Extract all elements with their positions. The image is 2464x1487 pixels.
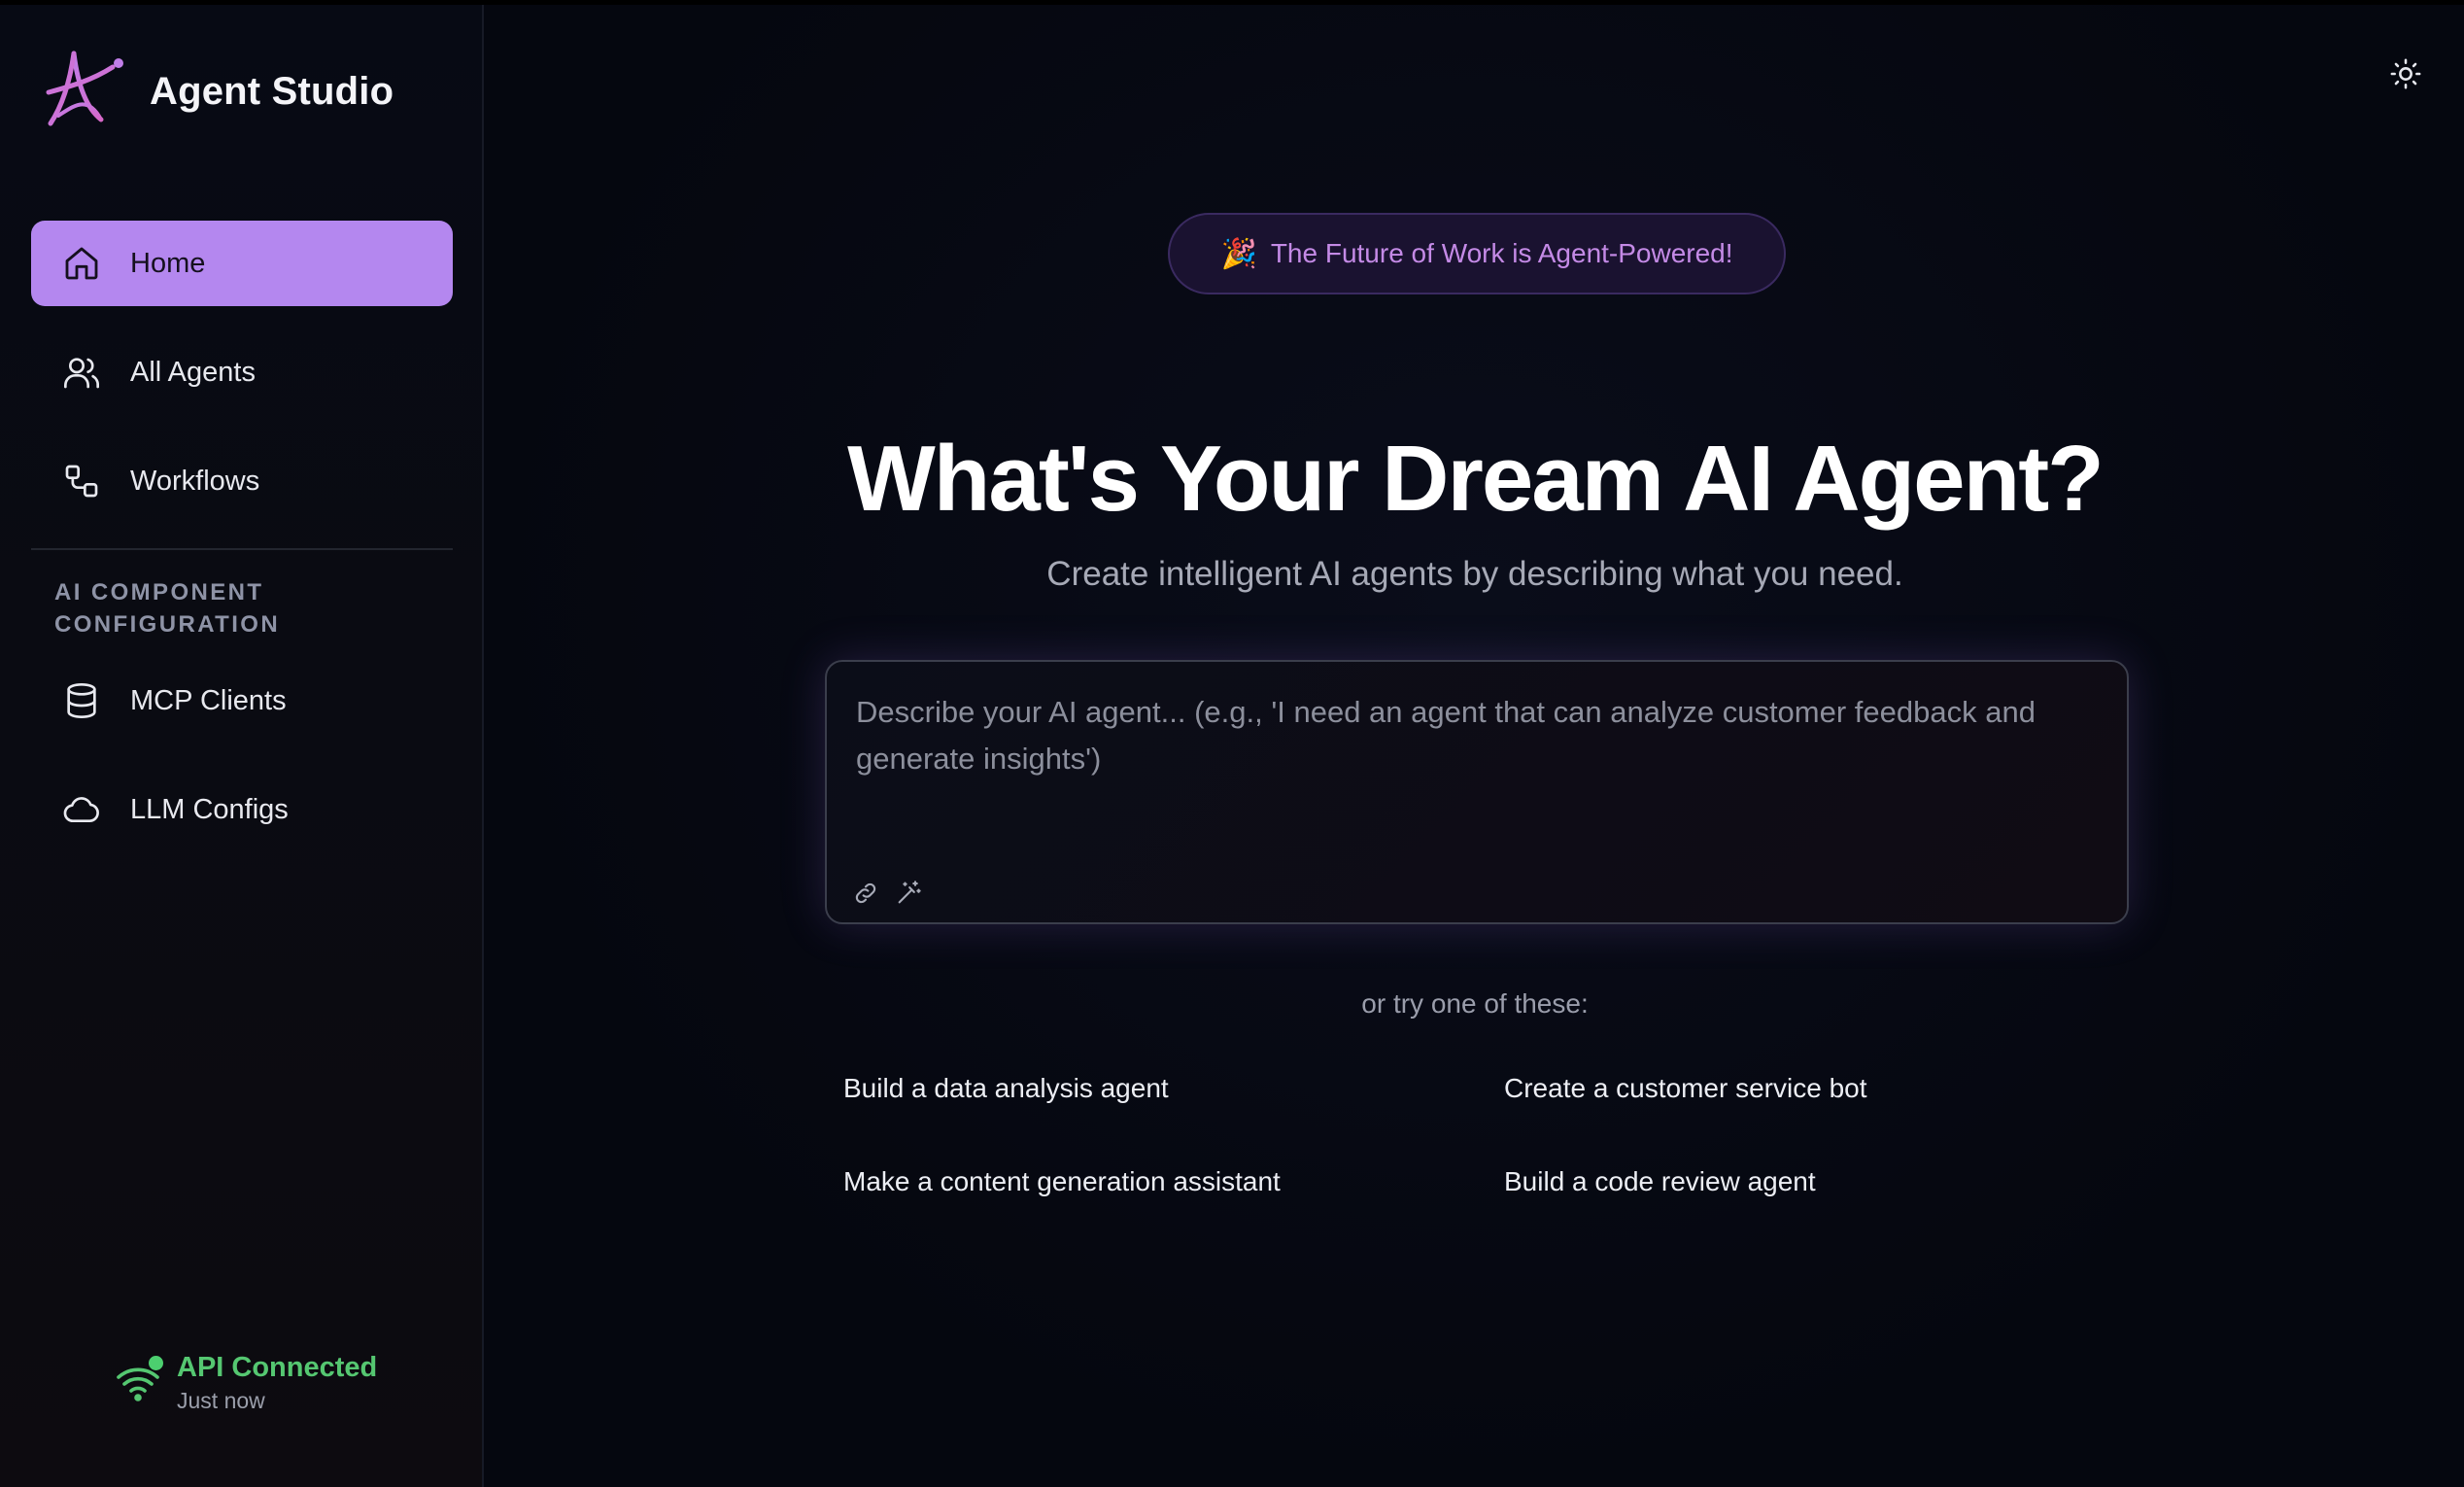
users-icon — [62, 353, 101, 392]
page-subtitle: Create intelligent AI agents by describi… — [1046, 555, 1903, 593]
banner-text: The Future of Work is Agent-Powered! — [1270, 238, 1733, 268]
suggestions-label: or try one of these: — [1361, 988, 1589, 1019]
home-icon — [62, 244, 101, 283]
section-label: AI COMPONENT CONFIGURATION — [54, 579, 281, 638]
suggestion-code-review[interactable]: Build a code review agent — [1485, 1155, 1816, 1209]
suggestion-data-analysis[interactable]: Build a data analysis agent — [824, 1061, 1169, 1116]
workflow-icon — [62, 462, 101, 501]
api-status-time: Just now — [177, 1388, 265, 1413]
sidebar-item-workflows[interactable]: Workflows — [31, 438, 453, 524]
sidebar-item-label: All Agents — [130, 356, 256, 388]
theme-toggle-button[interactable] — [2386, 54, 2425, 93]
prompt-toolbar — [848, 876, 934, 911]
status-dot — [149, 1356, 163, 1370]
sidebar-item-label: MCP Clients — [130, 684, 287, 716]
database-icon — [62, 681, 101, 720]
api-status: API Connected Just now — [115, 1350, 377, 1416]
sidebar-item-mcp-clients[interactable]: MCP Clients — [31, 658, 453, 744]
sidebar-divider — [31, 548, 453, 550]
sidebar-item-all-agents[interactable]: All Agents — [31, 329, 453, 415]
agent-logo-icon — [46, 51, 123, 126]
sidebar-item-llm-configs[interactable]: LLM Configs — [31, 767, 453, 852]
attach-link-button[interactable] — [848, 876, 883, 911]
agent-description-input[interactable] — [856, 689, 2104, 825]
sidebar-item-label: Home — [130, 247, 206, 279]
enhance-prompt-button[interactable] — [891, 876, 926, 911]
cloud-icon — [62, 790, 101, 829]
main-content: 🎉 The Future of Work is Agent-Powered! W… — [486, 5, 2464, 1487]
brand[interactable]: Agent Studio — [45, 48, 394, 135]
wifi-icon — [115, 1356, 163, 1406]
sun-icon — [2390, 58, 2421, 89]
prompt-box — [825, 660, 2129, 924]
page-title: What's Your Dream AI Agent? — [847, 427, 2105, 531]
party-popper-icon: 🎉 — [1220, 237, 1257, 270]
api-status-label: API Connected — [177, 1352, 378, 1383]
brand-title: Agent Studio — [150, 69, 394, 113]
sidebar-item-label: Workflows — [130, 465, 260, 497]
sidebar: Agent Studio Home All Agents Workflows A… — [0, 5, 484, 1487]
app-window: Agent Studio Home All Agents Workflows A… — [0, 5, 2464, 1487]
magic-wand-icon — [898, 881, 921, 904]
sidebar-item-home[interactable]: Home — [31, 221, 453, 306]
link-icon — [855, 882, 876, 904]
announcement-banner: 🎉 The Future of Work is Agent-Powered! — [1168, 213, 1786, 294]
sidebar-item-label: LLM Configs — [130, 793, 289, 825]
suggestion-content-generation[interactable]: Make a content generation assistant — [824, 1155, 1281, 1209]
suggestion-customer-service[interactable]: Create a customer service bot — [1485, 1061, 1867, 1116]
